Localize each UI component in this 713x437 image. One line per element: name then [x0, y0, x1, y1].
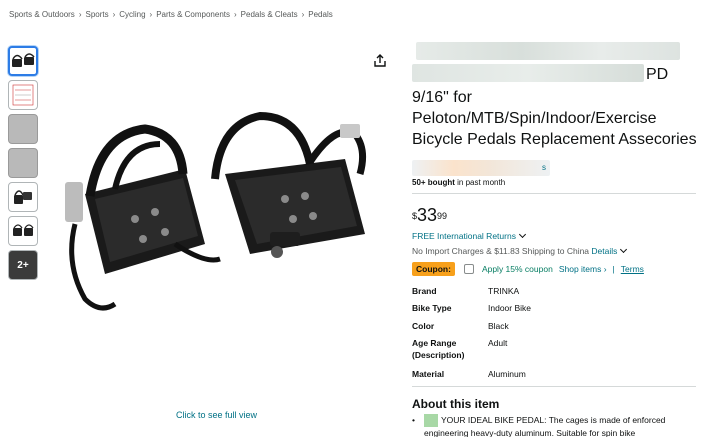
product-title: PD 9/16" for Peloton/MTB/Spin/Indoor/Exe…: [412, 40, 702, 153]
about-bullet-text: YOUR IDEAL BIKE PEDAL: The cages is made…: [424, 414, 704, 437]
divider: [412, 193, 696, 194]
pedal-side-thumbnail-image: [14, 190, 32, 204]
shop-items-link[interactable]: Shop items ›: [559, 264, 607, 274]
shipping-info: No Import Charges & $11.83 Shipping to C…: [412, 245, 628, 256]
thumbnail-pedals-side[interactable]: [8, 182, 38, 212]
thumbnail-dimensions[interactable]: [8, 80, 38, 110]
breadcrumb-item-sports[interactable]: Sports: [85, 10, 108, 19]
chevron-down-icon[interactable]: [620, 245, 628, 254]
spec-key: Color: [412, 321, 435, 331]
highlight-swatch: [424, 414, 438, 427]
product-title-line: Peloton/MTB/Spin/Indoor/Exercise: [412, 110, 657, 127]
breadcrumb-separator: ›: [234, 10, 237, 19]
pedal-angle-thumbnail-image: [13, 224, 34, 236]
bullet-marker: •: [412, 415, 415, 425]
thumbnail-video[interactable]: [8, 114, 38, 144]
thumbnail-strip: 2+: [8, 46, 38, 284]
dimensions-thumbnail-image: [12, 84, 34, 106]
spec-key: Age Range (Description): [412, 338, 465, 360]
breadcrumb-item-pedals[interactable]: Pedals: [308, 10, 332, 19]
product-title-tail: PD: [646, 66, 669, 83]
price-symbol: $: [412, 211, 418, 221]
spec-value: Black: [488, 321, 509, 331]
shipping-details-link[interactable]: Details: [591, 246, 617, 256]
price: $3399: [412, 205, 447, 225]
free-returns-link[interactable]: FREE International Returns: [412, 230, 526, 241]
thumbnail-more-label: 2+: [17, 259, 29, 271]
share-icon[interactable]: [372, 53, 388, 69]
breadcrumb-item-pedals-cleats[interactable]: Pedals & Cleats: [241, 10, 298, 19]
redacted-title-region: [416, 42, 680, 60]
redacted-rating-region: [412, 160, 550, 176]
full-view-link[interactable]: Click to see full view: [176, 410, 257, 420]
coupon-badge: Coupon:: [412, 262, 455, 276]
breadcrumb-item-parts-components[interactable]: Parts & Components: [156, 10, 230, 19]
product-title-line: 9/16" for: [412, 89, 472, 106]
spec-key: Brand: [412, 286, 437, 296]
breadcrumb-item-cycling[interactable]: Cycling: [119, 10, 145, 19]
thumbnail-pedals-angle[interactable]: [8, 216, 38, 246]
main-product-image[interactable]: [55, 104, 385, 334]
breadcrumb-separator: ›: [112, 10, 116, 19]
breadcrumb-item-sports-outdoors[interactable]: Sports & Outdoors: [9, 10, 75, 19]
spec-value: Adult: [488, 338, 508, 348]
free-returns-label: FREE International Returns: [412, 231, 516, 241]
spec-key: Material: [412, 369, 445, 379]
bought-count-rest: in past month: [454, 178, 506, 187]
bought-count-bold: 50+ bought: [412, 178, 455, 187]
price-whole: 33: [417, 205, 438, 225]
coupon-row: Coupon: Apply 15% coupon Shop items › | …: [412, 262, 644, 276]
spec-value: Indoor Bike: [488, 303, 531, 313]
thumbnail-detail[interactable]: [8, 148, 38, 178]
breadcrumb-separator: ›: [301, 10, 305, 19]
spec-key: Bike Type: [412, 303, 452, 313]
pedals-product-illustration: [65, 111, 367, 311]
product-title-line: Bicycle Pedals Replacement Assecories: [412, 131, 697, 148]
coupon-separator: |: [612, 264, 615, 274]
thumbnail-more[interactable]: 2+: [8, 250, 38, 280]
bought-count: 50+ bought in past month: [412, 178, 505, 187]
chevron-down-icon: [518, 230, 526, 239]
about-this-item-heading: About this item: [412, 397, 500, 411]
breadcrumb-separator: ›: [78, 10, 82, 19]
spec-value: TRINKA: [488, 286, 520, 296]
coupon-terms-link[interactable]: Terms: [621, 264, 644, 274]
breadcrumb: Sports & Outdoors › Sports › Cycling › Parts &…: [9, 10, 333, 19]
product-details-panel: PD 9/16" for Peloton/MTB/Spin/Indoor/Exe…: [412, 40, 702, 437]
about-bullet-content: YOUR IDEAL BIKE PEDAL: The cages is made…: [424, 415, 666, 437]
coupon-text: Apply 15% coupon: [481, 264, 553, 274]
spec-value: Aluminum: [488, 369, 526, 379]
pedal-thumbnail-image: [12, 53, 35, 67]
thumbnail-pedals-main[interactable]: [8, 46, 38, 76]
coupon-checkbox[interactable]: [463, 264, 474, 274]
redacted-title-region: [412, 64, 644, 82]
breadcrumb-separator: ›: [149, 10, 153, 19]
shipping-text: No Import Charges & $11.83 Shipping to C…: [412, 246, 590, 256]
price-fraction: 99: [437, 211, 448, 221]
divider: [412, 386, 696, 387]
ratings-link[interactable]: s: [542, 163, 546, 172]
